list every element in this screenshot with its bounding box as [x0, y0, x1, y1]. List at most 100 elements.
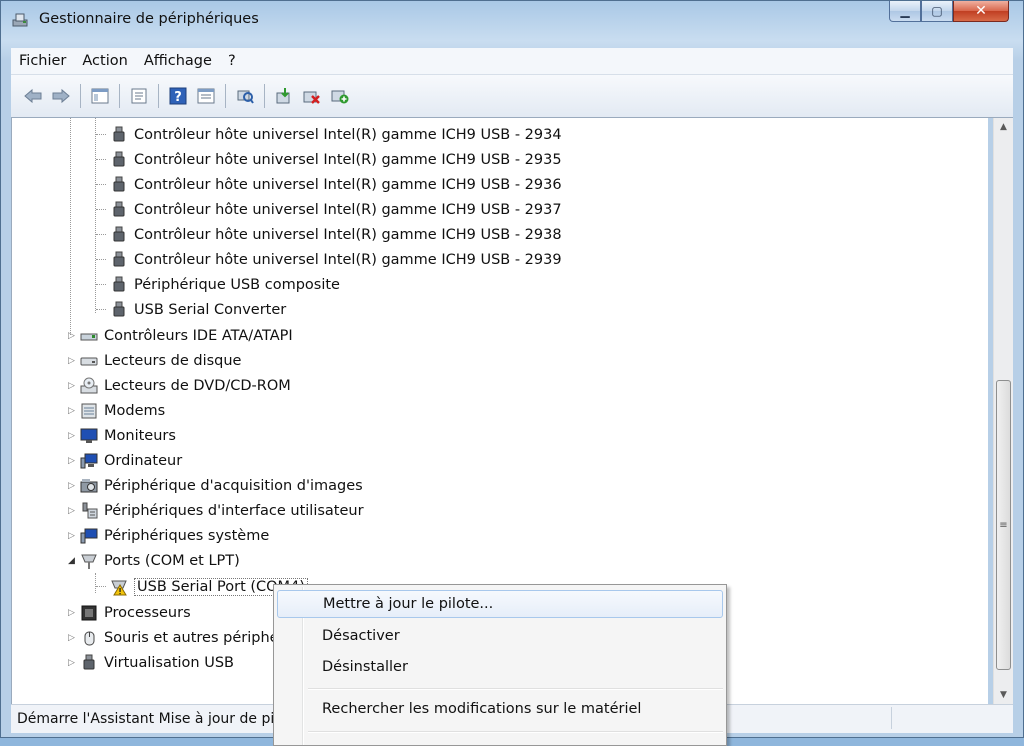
tree-category-ports[interactable]: ◢ Ports (COM et LPT) — [68, 548, 240, 573]
help-icon[interactable]: ? — [167, 85, 189, 107]
forward-arrow-icon[interactable] — [50, 85, 72, 107]
expand-arrow-icon[interactable]: ▷ — [68, 531, 80, 541]
uninstall-menu-item[interactable]: Désinstaller — [277, 653, 723, 681]
menu-help[interactable]: ? — [220, 53, 244, 69]
toolbar-separator — [158, 84, 159, 108]
tree-category[interactable]: ▷ Périphériques système — [68, 523, 269, 548]
dvd-drive-icon — [80, 377, 98, 393]
tree-category-label: Périphériques d'interface utilisateur — [104, 502, 364, 519]
scroll-up-arrow-icon[interactable]: ▲ — [994, 118, 1013, 136]
uninstall-icon[interactable] — [301, 85, 323, 107]
window-controls: ▁ ▢ ✕ — [889, 1, 1009, 23]
menu-item-label: Désactiver — [322, 628, 400, 644]
title-bar[interactable]: Gestionnaire de périphériques ▁ ▢ ✕ — [1, 1, 1023, 39]
minimize-button[interactable]: ▁ — [889, 1, 921, 22]
menu-separator — [308, 688, 723, 690]
enable-device-icon[interactable] — [329, 85, 351, 107]
svg-text:?: ? — [174, 90, 182, 105]
usb-plug-icon — [113, 126, 125, 141]
update-driver-menu-item[interactable]: Mettre à jour le pilote... — [277, 590, 723, 618]
status-cell — [891, 707, 892, 729]
vertical-scrollbar[interactable]: ▲ ≡ ▼ — [993, 118, 1013, 704]
tree-category-label: Ports (COM et LPT) — [104, 552, 240, 569]
menu-affichage[interactable]: Affichage — [136, 53, 220, 69]
collapse-arrow-icon[interactable]: ◢ — [68, 556, 80, 566]
expand-arrow-icon[interactable]: ▷ — [68, 406, 80, 416]
tree-category[interactable]: ▷ Virtualisation USB — [68, 650, 234, 675]
device-manager-window: Gestionnaire de périphériques ▁ ▢ ✕ Fich… — [0, 0, 1024, 746]
expand-arrow-icon[interactable]: ▷ — [68, 381, 80, 391]
menu-item-label: Rechercher les modifications sur le maté… — [322, 701, 642, 717]
ide-controller-icon — [80, 333, 98, 340]
usb-plug-icon — [113, 251, 125, 266]
menu-fichier[interactable]: Fichier — [11, 53, 74, 69]
tree-item-label: Contrôleur hôte universel Intel(R) gamme… — [134, 201, 562, 218]
expand-arrow-icon[interactable]: ▷ — [68, 481, 80, 491]
system-devices-icon — [80, 528, 98, 543]
tree-category-label: Lecteurs de DVD/CD-ROM — [104, 377, 291, 394]
scrollbar-thumb[interactable]: ≡ — [996, 380, 1011, 670]
tree-category-label: Lecteurs de disque — [104, 352, 242, 369]
tree-item-label: Périphérique USB composite — [134, 276, 340, 293]
tree-item-label: Contrôleur hôte universel Intel(R) gamme… — [134, 151, 562, 168]
properties-icon[interactable] — [128, 85, 150, 107]
expand-arrow-icon[interactable]: ▷ — [68, 633, 80, 643]
tree-category[interactable]: ▷ Processeurs — [68, 600, 191, 625]
tree-guide-line — [70, 118, 71, 335]
scan-hardware-icon[interactable] — [234, 85, 256, 107]
tree-category-label: Processeurs — [104, 604, 191, 621]
tree-category-label: Contrôleurs IDE ATA/ATAPI — [104, 327, 293, 344]
toolbar-separator — [264, 84, 265, 108]
expand-arrow-icon[interactable]: ▷ — [68, 431, 80, 441]
tree-category[interactable]: ▷ Lecteurs de DVD/CD-ROM — [68, 373, 291, 398]
expand-arrow-icon[interactable]: ▷ — [68, 608, 80, 618]
window-title: Gestionnaire de périphériques — [39, 11, 259, 27]
expand-arrow-icon[interactable]: ▷ — [68, 658, 80, 668]
disable-menu-item[interactable]: Désactiver — [277, 622, 723, 650]
warning-port-icon — [111, 580, 127, 595]
maximize-button[interactable]: ▢ — [921, 1, 953, 22]
toolbar: ? — [11, 75, 1013, 118]
processor-icon — [81, 605, 97, 620]
menu-item-label: Mettre à jour le pilote... — [323, 596, 494, 612]
menu-item-label: Désinstaller — [322, 659, 408, 675]
tree-item[interactable]: Contrôleur hôte universel Intel(R) gamme… — [96, 197, 562, 222]
tree-item[interactable]: Contrôleur hôte universel Intel(R) gamme… — [96, 147, 562, 172]
toolbar-separator — [119, 84, 120, 108]
tree-item[interactable]: Contrôleur hôte universel Intel(R) gamme… — [96, 122, 562, 147]
show-hide-tree-icon[interactable] — [89, 85, 111, 107]
tree-category[interactable]: ▷ Modems — [68, 398, 165, 423]
tree-category[interactable]: ▷ Contrôleurs IDE ATA/ATAPI — [68, 323, 293, 348]
update-driver-icon[interactable] — [273, 85, 295, 107]
tree-item-label: Contrôleur hôte universel Intel(R) gamme… — [134, 226, 562, 243]
tree-category-label: Virtualisation USB — [104, 654, 234, 671]
disk-drive-icon — [80, 357, 98, 365]
tree-item-label: USB Serial Converter — [134, 301, 287, 318]
expand-arrow-icon[interactable]: ▷ — [68, 456, 80, 466]
scroll-down-arrow-icon[interactable]: ▼ — [994, 686, 1013, 704]
tree-item[interactable]: USB Serial Converter — [96, 297, 286, 322]
tree-category[interactable]: ▷ Moniteurs — [68, 423, 176, 448]
tree-category-label: Ordinateur — [104, 452, 183, 469]
expand-arrow-icon[interactable]: ▷ — [68, 331, 80, 341]
tree-item[interactable]: Périphérique USB composite — [96, 272, 340, 297]
usb-plug-icon — [113, 201, 125, 216]
monitor-icon — [80, 428, 98, 443]
context-menu: Mettre à jour le pilote... Désactiver Dé… — [273, 584, 727, 746]
expand-arrow-icon[interactable]: ▷ — [68, 356, 80, 366]
tree-item[interactable]: Contrôleur hôte universel Intel(R) gamme… — [96, 172, 562, 197]
menu-action[interactable]: Action — [74, 53, 135, 69]
tree-category[interactable]: ▷ Périphériques d'interface utilisateur — [68, 498, 364, 523]
hid-icon — [82, 502, 98, 518]
tree-item[interactable]: Contrôleur hôte universel Intel(R) gamme… — [96, 247, 562, 272]
back-arrow-icon[interactable] — [22, 85, 44, 107]
tree-item-label: Contrôleur hôte universel Intel(R) gamme… — [134, 126, 562, 143]
expand-arrow-icon[interactable]: ▷ — [68, 506, 80, 516]
tree-item[interactable]: Contrôleur hôte universel Intel(R) gamme… — [96, 222, 562, 247]
tree-category[interactable]: ▷ Lecteurs de disque — [68, 348, 241, 373]
tree-category[interactable]: ▷ Périphérique d'acquisition d'images — [68, 473, 363, 498]
tree-category[interactable]: ▷ Ordinateur — [68, 448, 182, 473]
scan-hardware-menu-item[interactable]: Rechercher les modifications sur le maté… — [277, 695, 723, 723]
view-icon[interactable] — [195, 85, 217, 107]
close-button[interactable]: ✕ — [953, 1, 1009, 22]
